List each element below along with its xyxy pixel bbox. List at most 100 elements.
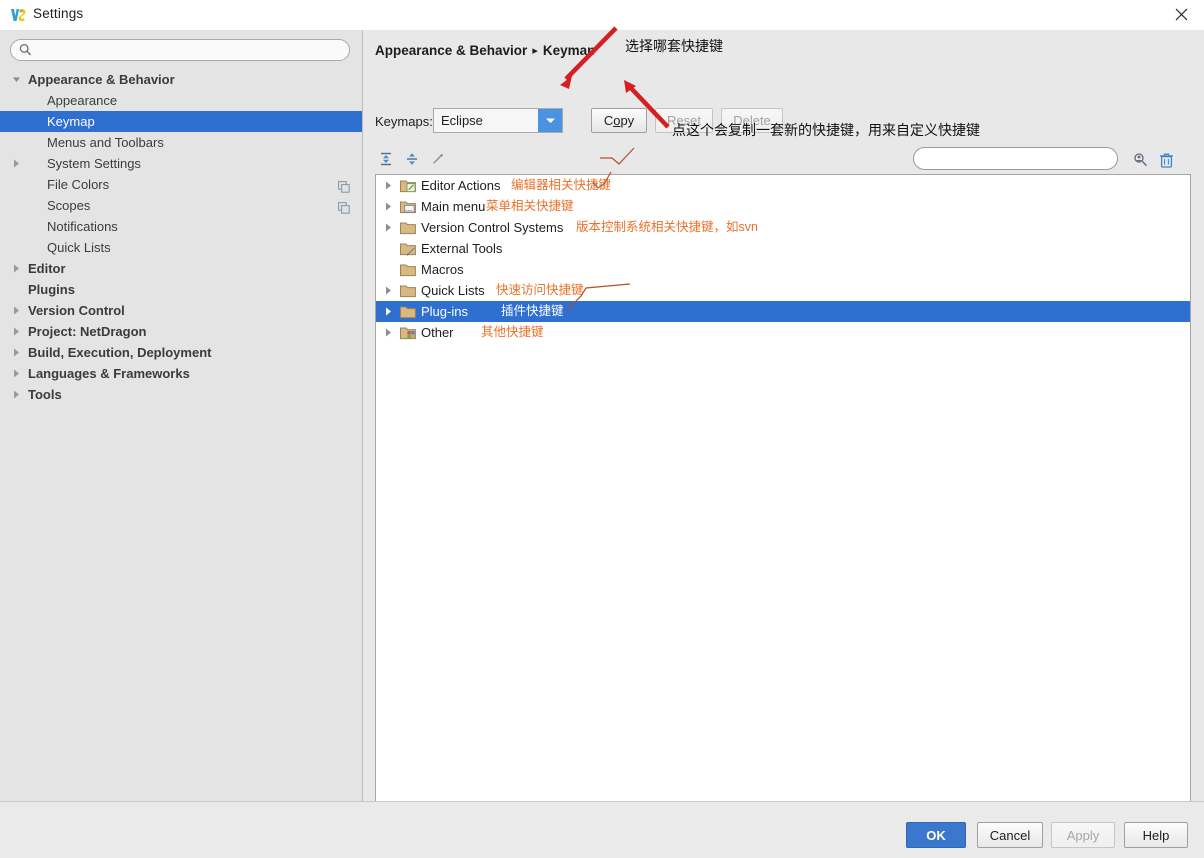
settings-dialog: Settings Appearance & Behavior Appearance…	[0, 0, 1204, 858]
sidebar-item-appearance[interactable]: Appearance	[0, 90, 362, 111]
sidebar-item-tools[interactable]: Tools	[0, 384, 362, 405]
sidebar-item-plugins[interactable]: Plugins	[0, 279, 362, 300]
sidebar-item-version-control[interactable]: Version Control	[0, 300, 362, 321]
collapse-all-icon[interactable]	[401, 148, 423, 170]
sidebar-item-languages-frameworks[interactable]: Languages & Frameworks	[0, 363, 362, 384]
sidebar-item-system-settings[interactable]: System Settings	[0, 153, 362, 174]
sidebar-item-label: Appearance	[47, 93, 118, 108]
keymap-tree-row-label: External Tools	[421, 241, 503, 256]
chevron-right-icon[interactable]	[12, 258, 24, 279]
annotation-note: 插件快捷键	[501, 304, 564, 318]
sidebar-item-notifications[interactable]: Notifications	[0, 216, 362, 237]
close-icon[interactable]	[1158, 0, 1204, 29]
folder-tools-icon	[400, 241, 416, 256]
sidebar-item-editor[interactable]: Editor	[0, 258, 362, 279]
folder-icon	[400, 220, 416, 235]
keymap-tree-row[interactable]: Quick Lists 快速访问快捷键	[376, 280, 1190, 301]
keymap-tree-row-label: Editor Actions	[421, 178, 501, 193]
chevron-right-icon[interactable]	[384, 322, 396, 343]
find-by-shortcut-icon[interactable]	[1129, 149, 1151, 171]
chevron-down-icon[interactable]	[538, 109, 562, 132]
chevron-right-icon[interactable]	[12, 384, 24, 405]
breadcrumb-root: Appearance & Behavior	[375, 43, 528, 58]
sidebar-item-label: Languages & Frameworks	[28, 366, 190, 381]
folder-editor-icon	[400, 178, 416, 193]
help-button-label: Help	[1142, 827, 1170, 843]
keymap-tree-row[interactable]: Version Control Systems 版本控制系统相关快捷键，如svn	[376, 217, 1190, 238]
apply-button-label: Apply	[1066, 827, 1100, 843]
keymap-tree-row[interactable]: External Tools	[376, 238, 1190, 259]
folder-menu-icon	[400, 199, 416, 214]
apply-button: Apply	[1051, 822, 1115, 848]
sidebar-item-label: Notifications	[47, 219, 118, 234]
help-button[interactable]: Help	[1124, 822, 1188, 848]
sidebar-item-label: Quick Lists	[47, 240, 111, 255]
sidebar-item-label: Plugins	[28, 282, 75, 297]
edit-pencil-icon[interactable]	[427, 148, 449, 170]
keymap-tree-row[interactable]: Other 其他快捷键	[376, 322, 1190, 343]
settings-sidebar: Appearance & Behavior Appearance Keymap Men…	[0, 30, 363, 801]
breadcrumb-separator-icon: ▸	[532, 45, 538, 57]
keymap-tree[interactable]: Editor Actions 编辑器相关快捷键 Main menu 菜单相关快捷键 Ve…	[375, 174, 1191, 822]
keymap-tree-row-label: Main menu	[421, 199, 486, 214]
chevron-right-icon[interactable]	[12, 321, 24, 342]
keymap-select-value: Eclipse	[441, 113, 483, 128]
chevron-right-icon[interactable]	[384, 301, 396, 322]
sidebar-item-label: Menus and Toolbars	[47, 135, 164, 150]
sidebar-item-file-colors[interactable]: File Colors	[0, 174, 362, 195]
keymap-tree-row[interactable]: Editor Actions 编辑器相关快捷键	[376, 175, 1190, 196]
sidebar-search-box[interactable]	[10, 39, 350, 61]
folder-icon	[400, 304, 416, 319]
keymap-tree-row[interactable]: Macros	[376, 259, 1190, 280]
sidebar-item-label: Tools	[28, 387, 62, 402]
breadcrumb-leaf: Keymap	[542, 43, 596, 58]
chevron-right-icon[interactable]	[384, 175, 396, 196]
keymap-tree-row-label: Plug-ins	[421, 304, 468, 319]
find-shortcut-box[interactable]	[913, 147, 1118, 170]
trash-icon[interactable]	[1155, 149, 1177, 171]
sidebar-item-label: Build, Execution, Deployment	[28, 345, 212, 360]
chevron-down-icon[interactable]	[12, 69, 24, 90]
chevron-right-icon[interactable]	[12, 300, 24, 321]
sidebar-item-appearance-behavior[interactable]: Appearance & Behavior	[0, 69, 362, 90]
copy-button-label: Copy	[603, 113, 635, 128]
sidebar-item-label: Editor	[28, 261, 66, 276]
expand-all-icon[interactable]	[375, 148, 397, 170]
annotation-note: 快速访问快捷键	[496, 283, 584, 297]
sidebar-item-label: File Colors	[47, 177, 110, 192]
chevron-right-icon[interactable]	[12, 342, 24, 363]
sidebar-item-label: Scopes	[47, 198, 91, 213]
sidebar-item-scopes[interactable]: Scopes	[0, 195, 362, 216]
keymap-tree-row[interactable]: Main menu 菜单相关快捷键	[376, 196, 1190, 217]
sidebar-item-label: System Settings	[47, 156, 141, 171]
find-shortcut-input[interactable]	[924, 150, 1108, 169]
annotation-text: 选择哪套快捷键	[625, 38, 723, 54]
sidebar-search-input[interactable]	[37, 42, 341, 61]
keymap-select[interactable]: Eclipse	[433, 108, 563, 133]
sidebar-item-quick-lists[interactable]: Quick Lists	[0, 237, 362, 258]
copy-button[interactable]: Copy	[591, 108, 647, 133]
sidebar-item-build-execution-deployment[interactable]: Build, Execution, Deployment	[0, 342, 362, 363]
chevron-right-icon[interactable]	[12, 363, 24, 384]
chevron-right-icon[interactable]	[384, 196, 396, 217]
sidebar-item-project-netdragon[interactable]: Project: NetDragon	[0, 321, 362, 342]
chevron-right-icon[interactable]	[384, 217, 396, 238]
search-icon	[19, 43, 32, 60]
keymap-tree-row-label: Version Control Systems	[421, 220, 564, 235]
chevron-right-icon[interactable]	[384, 280, 396, 301]
folder-icon	[400, 283, 416, 298]
sidebar-tree: Appearance & Behavior Appearance Keymap Men…	[0, 69, 362, 405]
sidebar-item-label: Keymap	[47, 114, 95, 129]
keymap-tree-row[interactable]: Plug-ins 插件快捷键	[376, 301, 1190, 322]
chevron-right-icon[interactable]	[12, 153, 24, 174]
cancel-button[interactable]: Cancel	[977, 822, 1043, 848]
sidebar-item-keymap[interactable]: Keymap	[0, 111, 362, 132]
keymap-panel: Appearance & Behavior ▸ Keymap Keymaps: Ec…	[363, 30, 1204, 822]
keymaps-label: Keymaps:	[375, 114, 433, 129]
sidebar-item-menus-and-toolbars[interactable]: Menus and Toolbars	[0, 132, 362, 153]
annotation-note: 编辑器相关快捷键	[511, 178, 612, 192]
cancel-button-label: Cancel	[989, 827, 1031, 843]
ok-button[interactable]: OK	[906, 822, 966, 848]
keymap-tree-row-label: Macros	[421, 262, 464, 277]
title-bar: Settings	[0, 0, 1204, 31]
